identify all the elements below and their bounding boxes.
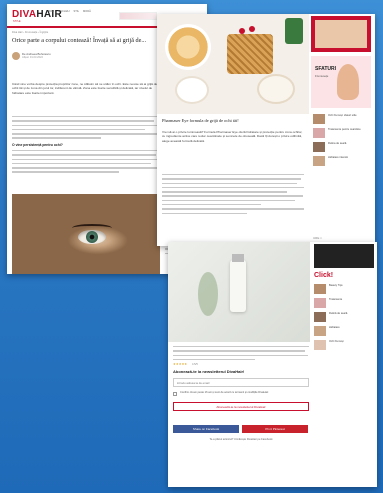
product-image (168, 242, 310, 342)
sidebar-promo[interactable]: SFATURI Frumusețe (311, 56, 371, 108)
click-label: Click! (314, 272, 334, 279)
thumb (314, 340, 326, 350)
intro-paragraph: Când vine vorba despre protecția proprii… (12, 82, 158, 95)
sidebar-link[interactable]: Hidratare intensă (313, 156, 371, 166)
article-body-lines (173, 346, 309, 363)
sidebar-link-text[interactable]: Rutina de seară (328, 142, 370, 152)
sidebar-link[interactable]: Rutina de seară (313, 142, 371, 152)
thumb (314, 284, 326, 294)
body-text-2 (12, 150, 160, 176)
sidebar-links: Beauty Tips Tratamente Rutină de seară H… (314, 284, 374, 354)
sidebar-link-text[interactable]: Rutină de seară (329, 312, 347, 322)
sidebar-link[interactable]: Ochi frumoși: sfaturi utile (313, 114, 371, 124)
sidebar-link[interactable]: Ochi frumoși (314, 340, 374, 350)
sidebar-link[interactable]: Hidratare (314, 326, 374, 336)
nav-item[interactable]: MODĂ (83, 10, 91, 13)
article-page-screenshot-3: Click! Beauty Tips Tratamente Rutină de … (168, 242, 377, 487)
sidebar-link-text[interactable]: Tratamente pentru cearcăne (328, 128, 370, 138)
newsletter-title: Abonează-te la newsletterul DivaHair! (173, 369, 245, 374)
sidebar-link-text[interactable]: Hidratare intensă (328, 156, 370, 166)
article-headline: Pharmaser Eye formula de grijă de ochi t… (162, 118, 239, 123)
rating-stars[interactable]: ★★★★★ (173, 362, 187, 366)
pinterest-share-button[interactable]: Pin it Pinterest (242, 425, 308, 433)
top-nav: PAR MACHIAJ STIL MODĂ (49, 10, 91, 13)
sidebar-link[interactable]: Tratamente pentru cearcăne (313, 128, 371, 138)
nav-item[interactable]: STIL (74, 10, 79, 13)
thumb (313, 128, 325, 138)
sidebar-link-text[interactable]: Ochi frumoși: sfaturi utile (328, 114, 370, 124)
consent-checkbox[interactable] (173, 392, 177, 396)
rating-count: 4.5/5 (192, 363, 198, 366)
breakfast-image (157, 14, 309, 114)
thumb (314, 326, 326, 336)
follow-note[interactable]: Te-a plăcut articolul? Urmărește DivaHai… (173, 438, 309, 441)
sidebar-link[interactable]: Tratamente (314, 298, 374, 308)
subscribe-button[interactable]: Abonează-te la newsletterul DivaHair (173, 402, 309, 411)
author-avatar (12, 52, 20, 60)
article-page-screenshot-2: Pharmaser Eye formula de grijă de ochi t… (157, 14, 375, 246)
consent-text: Confirm că am peste 16 ani și sunt de ac… (180, 391, 269, 394)
sidebar-title: SFATURI (315, 66, 337, 72)
body-text (12, 116, 160, 142)
logo-left: DIVA (12, 9, 37, 20)
article-body: Vrei să ai o privire luminoasă? Formula … (162, 130, 303, 143)
sidebar-links: Ochi frumoși: sfaturi utile Tratamente p… (313, 114, 371, 170)
thumb (314, 312, 326, 322)
sidebar-link-text[interactable]: Hidratare (329, 326, 340, 336)
article-title: Orice parte a corpului contează! Învață … (12, 37, 146, 44)
thumb (313, 156, 325, 166)
sidebar-link-text[interactable]: Ochi frumoși (329, 340, 344, 350)
sidebar-link-text[interactable]: Beauty Tips (329, 284, 343, 294)
email-input[interactable] (173, 378, 309, 387)
section-heading: O vine persistență pentru ochi? (12, 143, 63, 147)
header-banner[interactable] (119, 12, 157, 20)
facebook-share-button[interactable]: Share on Facebook (173, 425, 239, 433)
sidebar-banner[interactable] (314, 244, 374, 268)
breadcrumb[interactable]: Diva Hair › Frumusețe › Îngrijire (12, 31, 48, 34)
thumb (314, 298, 326, 308)
sidebar-link-text[interactable]: Tratamente (329, 298, 342, 308)
publish-date: Afișat: 01.03.2022 (22, 56, 43, 59)
nav-item[interactable]: PAR (49, 10, 54, 13)
sidebar-link[interactable]: Beauty Tips (314, 284, 374, 294)
nav-item[interactable]: MACHIAJ (58, 10, 69, 13)
thumb (313, 114, 325, 124)
thumb (313, 142, 325, 152)
sidebar-banner[interactable] (311, 16, 371, 52)
sidebar-subtitle: Frumusețe (315, 74, 329, 78)
article-hero-image (12, 194, 160, 274)
sidebar-link[interactable]: Rutină de seară (314, 312, 374, 322)
logo-tagline: STYLE (13, 20, 21, 23)
footer-note[interactable]: URE × (313, 236, 322, 240)
article-body-lines (162, 174, 304, 217)
